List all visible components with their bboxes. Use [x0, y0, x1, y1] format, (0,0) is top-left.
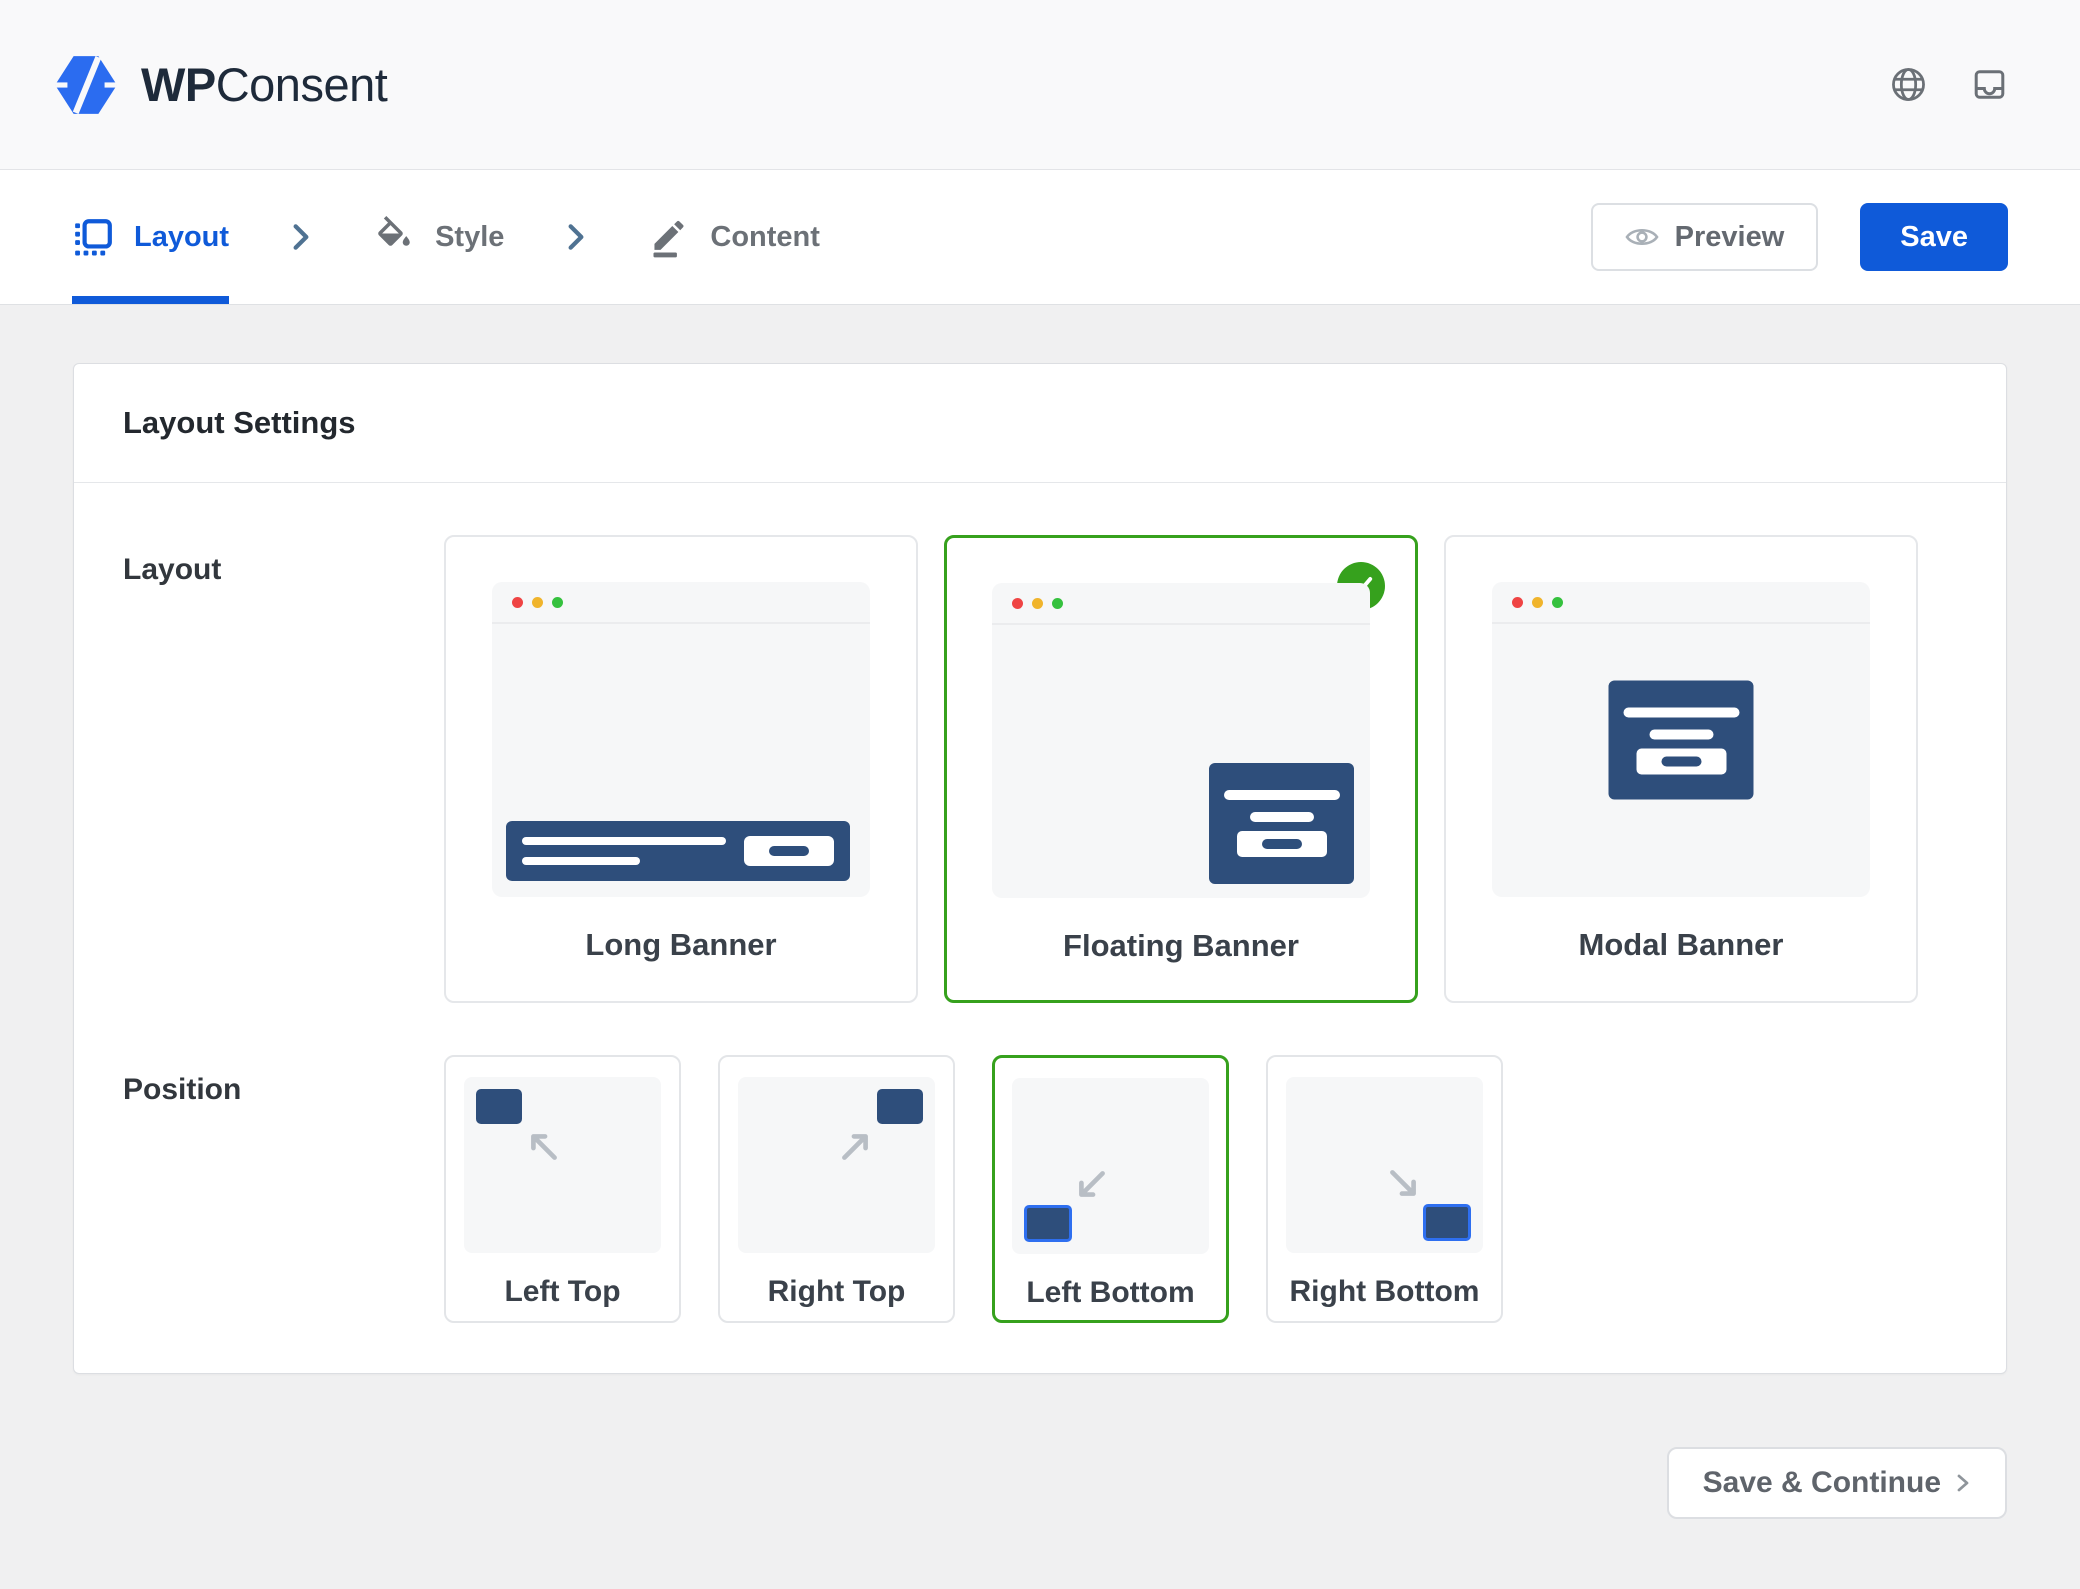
red-dot-icon [1512, 597, 1523, 608]
layout-option-label: Long Banner [585, 927, 776, 963]
layout-option-long-banner[interactable]: Long Banner [444, 535, 918, 1003]
browser-titlebar [992, 583, 1370, 625]
green-dot-icon [552, 597, 563, 608]
tabbar-actions: Preview Save [1591, 203, 2008, 271]
yellow-dot-icon [1532, 597, 1543, 608]
browser-mockup [1492, 582, 1870, 897]
position-thumbnail [1286, 1077, 1483, 1253]
wpconsent-logo-icon [53, 51, 119, 119]
browser-titlebar [1492, 582, 1870, 624]
header-icons [1890, 66, 2008, 103]
position-option-label: Right Bottom [1290, 1275, 1480, 1309]
red-dot-icon [512, 597, 523, 608]
layout-option-label: Floating Banner [1063, 928, 1299, 964]
layout-option-floating-banner[interactable]: Floating Banner [944, 535, 1418, 1003]
step-tabs: Layout Style Content [72, 170, 820, 304]
panel-header: Layout Settings [74, 364, 2006, 483]
banner-rect [877, 1089, 923, 1124]
eye-icon [1625, 225, 1659, 249]
floating-banner-illustration [1209, 763, 1354, 884]
settings-tabbar: Layout Style Content Preview Save [0, 170, 2080, 305]
globe-icon[interactable] [1890, 66, 1927, 103]
layout-settings-panel: Layout Settings Layout [73, 363, 2007, 1374]
chevron-right-icon [564, 221, 588, 253]
inbox-icon[interactable] [1971, 66, 2008, 103]
arrow-down-right-icon [1385, 1165, 1421, 1201]
layout-option-label: Modal Banner [1579, 927, 1784, 963]
arrow-up-right-icon [837, 1129, 873, 1165]
yellow-dot-icon [532, 597, 543, 608]
position-row: Position Left Top [123, 1055, 1957, 1323]
app-logo: WPConsent [53, 51, 387, 119]
brand-rest: Consent [216, 58, 388, 111]
chevron-right-icon [1955, 1471, 1971, 1495]
position-thumbnail [1012, 1078, 1209, 1254]
browser-titlebar [492, 582, 870, 624]
position-row-label: Position [123, 1055, 444, 1323]
yellow-dot-icon [1032, 598, 1043, 609]
layout-option-modal-banner[interactable]: Modal Banner [1444, 535, 1918, 1003]
panel-title: Layout Settings [123, 405, 1957, 441]
chevron-right-icon [289, 221, 313, 253]
layout-row: Layout [123, 535, 1957, 1003]
save-continue-label: Save & Continue [1703, 1466, 1941, 1500]
browser-mockup [492, 582, 870, 897]
layout-options: Long Banner [444, 535, 1918, 1003]
save-button-label: Save [1900, 221, 1968, 254]
position-thumbnail [738, 1077, 935, 1253]
position-options: Left Top Right Top [444, 1055, 1503, 1323]
save-continue-button[interactable]: Save & Continue [1667, 1447, 2007, 1519]
style-tab-icon [373, 216, 415, 258]
arrow-up-left-icon [526, 1129, 562, 1165]
position-option-right-bottom[interactable]: Right Bottom [1266, 1055, 1503, 1323]
main-content: Layout Settings Layout [0, 305, 2080, 1519]
tab-style-label: Style [435, 221, 504, 254]
preview-button[interactable]: Preview [1591, 203, 1819, 271]
tab-layout[interactable]: Layout [72, 170, 229, 304]
save-button[interactable]: Save [1860, 203, 2008, 271]
tab-layout-label: Layout [134, 221, 229, 254]
long-banner-illustration [506, 821, 850, 881]
content-tab-icon [648, 216, 690, 258]
position-thumbnail [464, 1077, 661, 1253]
position-option-right-top[interactable]: Right Top [718, 1055, 955, 1323]
banner-rect [1423, 1204, 1471, 1241]
position-option-label: Left Bottom [1026, 1276, 1194, 1310]
arrow-down-left-icon [1074, 1166, 1110, 1202]
preview-button-label: Preview [1675, 221, 1785, 254]
app-header: WPConsent [0, 0, 2080, 170]
position-option-label: Right Top [768, 1275, 906, 1309]
browser-mockup [992, 583, 1370, 898]
tab-content[interactable]: Content [648, 170, 820, 304]
tab-content-label: Content [710, 221, 820, 254]
banner-rect [476, 1089, 522, 1124]
green-dot-icon [1052, 598, 1063, 609]
position-option-left-top[interactable]: Left Top [444, 1055, 681, 1323]
red-dot-icon [1012, 598, 1023, 609]
tab-style[interactable]: Style [373, 170, 504, 304]
green-dot-icon [1552, 597, 1563, 608]
layout-row-label: Layout [123, 535, 444, 1003]
position-option-left-bottom[interactable]: Left Bottom [992, 1055, 1229, 1323]
brand-bold: WP [141, 58, 216, 111]
app-title: WPConsent [141, 57, 387, 112]
footer-actions: Save & Continue [73, 1447, 2007, 1519]
banner-rect [1024, 1205, 1072, 1242]
position-option-label: Left Top [504, 1275, 620, 1309]
modal-banner-illustration [1609, 680, 1754, 799]
layout-tab-icon [72, 216, 114, 258]
panel-body: Layout [74, 483, 2006, 1373]
